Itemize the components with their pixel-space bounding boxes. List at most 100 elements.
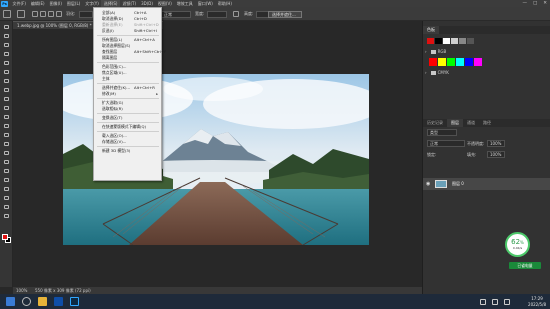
history-brush-icon[interactable] <box>3 115 10 120</box>
swatch-group-cmyk[interactable]: › CMYK <box>425 69 545 76</box>
menu-separator <box>97 62 159 63</box>
menu-separator <box>97 35 159 36</box>
path-select-icon[interactable] <box>3 178 10 183</box>
foreground-color-swatch[interactable] <box>2 234 8 240</box>
color-swatch[interactable] <box>429 58 437 66</box>
color-swatch[interactable] <box>443 38 450 44</box>
app-icon[interactable] <box>54 297 63 306</box>
eye-icon[interactable]: ◉ <box>426 181 430 187</box>
zoom-tool-icon[interactable] <box>3 205 10 210</box>
menu-item[interactable]: 文字(Y) <box>83 0 102 7</box>
select-menu-item[interactable]: 修改(M) ▸ <box>94 91 161 97</box>
select-menu-item[interactable]: 主体 <box>94 76 161 82</box>
power-saving-badge[interactable]: 已省电量 <box>509 262 541 269</box>
select-and-mask-button[interactable]: 选择并遮住... <box>268 10 302 18</box>
maximize-button[interactable]: □ <box>533 1 537 6</box>
layer-row[interactable]: ◉ 图层 0 <box>423 178 550 190</box>
lasso-tool-icon[interactable] <box>3 43 10 48</box>
fill-input[interactable]: 100% <box>487 151 505 158</box>
home-icon[interactable] <box>3 10 11 18</box>
dodge-tool-icon[interactable] <box>3 151 10 156</box>
menu-item[interactable]: 文件(F) <box>10 0 28 7</box>
select-menu-item[interactable]: 隔离图层 <box>94 55 161 61</box>
select-menu-item[interactable]: 变换选区(T) <box>94 115 161 121</box>
select-menu-item[interactable]: 在快速蒙版模式下编辑(Q) <box>94 124 161 130</box>
menu-item[interactable]: 3D(D) <box>139 0 156 7</box>
menu-item-label: 变换选区(T) <box>102 115 123 120</box>
color-swatch[interactable] <box>465 58 473 66</box>
close-button[interactable]: ✕ <box>543 1 547 6</box>
color-swatch[interactable] <box>435 38 442 44</box>
menu-item[interactable]: 选择(S) <box>101 0 120 7</box>
select-menu-item[interactable]: 存储选区(V)... <box>94 139 161 145</box>
clock[interactable]: 17:29 2022/5/8 <box>528 296 546 307</box>
select-menu-item[interactable]: 反选(I) Shift+Ctrl+I <box>94 28 161 34</box>
menu-item[interactable]: 帮助(H) <box>215 0 234 7</box>
tab-panel[interactable]: 路径 <box>479 119 495 127</box>
type-tool-icon[interactable] <box>3 169 10 174</box>
crop-tool-icon[interactable] <box>3 61 10 66</box>
new-selection-icon[interactable] <box>32 11 38 17</box>
select-menu-item[interactable]: 选取相似(R) <box>94 106 161 112</box>
marquee-tool-icon[interactable] <box>17 10 25 18</box>
width-input[interactable] <box>207 10 227 18</box>
pen-tool-icon[interactable] <box>3 160 10 165</box>
tray-icon[interactable] <box>480 299 486 305</box>
menu-item[interactable]: 滤镜(T) <box>120 0 139 7</box>
tab-panel[interactable]: 历史记录 <box>423 119 447 127</box>
menu-item[interactable]: 编辑(E) <box>28 0 47 7</box>
tab-panel[interactable]: 通道 <box>463 119 479 127</box>
color-swatch[interactable] <box>447 58 455 66</box>
clone-stamp-icon[interactable] <box>3 106 10 111</box>
marquee-tool-icon[interactable] <box>3 34 10 39</box>
color-swatch[interactable] <box>456 58 464 66</box>
start-icon[interactable] <box>6 297 15 306</box>
blur-tool-icon[interactable] <box>3 142 10 147</box>
minimize-button[interactable]: — <box>522 1 527 6</box>
chevron-down-icon: › <box>425 49 427 54</box>
feather-input[interactable] <box>79 10 93 18</box>
shape-tool-icon[interactable] <box>3 187 10 192</box>
brush-tool-icon[interactable] <box>3 97 10 102</box>
color-swatch[interactable] <box>451 38 458 44</box>
gradient-tool-icon[interactable] <box>3 133 10 138</box>
style-select[interactable]: 正常 <box>161 10 191 18</box>
photoshop-taskbar-icon[interactable] <box>70 297 79 306</box>
intersect-selection-icon[interactable] <box>56 11 62 17</box>
select-menu-item[interactable]: 新建 3D 模型(3) <box>94 148 161 154</box>
eyedropper-tool-icon[interactable] <box>3 79 10 84</box>
network-speed-widget[interactable]: 62% 0.4K/s <box>505 232 530 257</box>
quick-select-tool-icon[interactable] <box>3 52 10 57</box>
file-explorer-icon[interactable] <box>38 297 47 306</box>
hand-tool-icon[interactable] <box>3 196 10 201</box>
menu-item[interactable]: 视图(V) <box>155 0 174 7</box>
height-label: 高度: <box>244 11 254 16</box>
network-icon[interactable] <box>504 299 510 305</box>
menu-item[interactable]: 图像(I) <box>47 0 64 7</box>
menu-item[interactable]: 图层(L) <box>64 0 82 7</box>
volume-icon[interactable] <box>492 299 498 305</box>
healing-brush-icon[interactable] <box>3 88 10 93</box>
more-tools-icon[interactable] <box>3 214 10 219</box>
swatch-group-rgb[interactable]: › RGB <box>425 48 545 55</box>
opacity-input[interactable]: 100% <box>487 140 505 147</box>
color-swatch[interactable] <box>427 38 434 44</box>
tab-swatches[interactable]: 色板 <box>423 26 439 34</box>
subtract-selection-icon[interactable] <box>48 11 54 17</box>
blend-mode-select[interactable]: 正常 <box>427 140 465 147</box>
menu-item[interactable]: 窗口(W) <box>195 0 215 7</box>
search-icon[interactable] <box>22 297 31 306</box>
color-swatch[interactable] <box>474 58 482 66</box>
color-swatch[interactable] <box>459 38 466 44</box>
color-swatch[interactable] <box>438 58 446 66</box>
menu-item[interactable]: 增效工具 <box>174 0 195 7</box>
color-swatch[interactable] <box>467 38 474 44</box>
swap-icon[interactable] <box>233 11 239 17</box>
eraser-tool-icon[interactable] <box>3 124 10 129</box>
frame-tool-icon[interactable] <box>3 70 10 75</box>
move-tool-icon[interactable] <box>3 25 10 30</box>
layer-kind-filter[interactable]: 类型 <box>427 129 457 136</box>
add-selection-icon[interactable] <box>40 11 46 17</box>
zoom-level[interactable]: 100% <box>16 287 27 294</box>
tab-panel[interactable]: 图层 <box>447 119 463 127</box>
